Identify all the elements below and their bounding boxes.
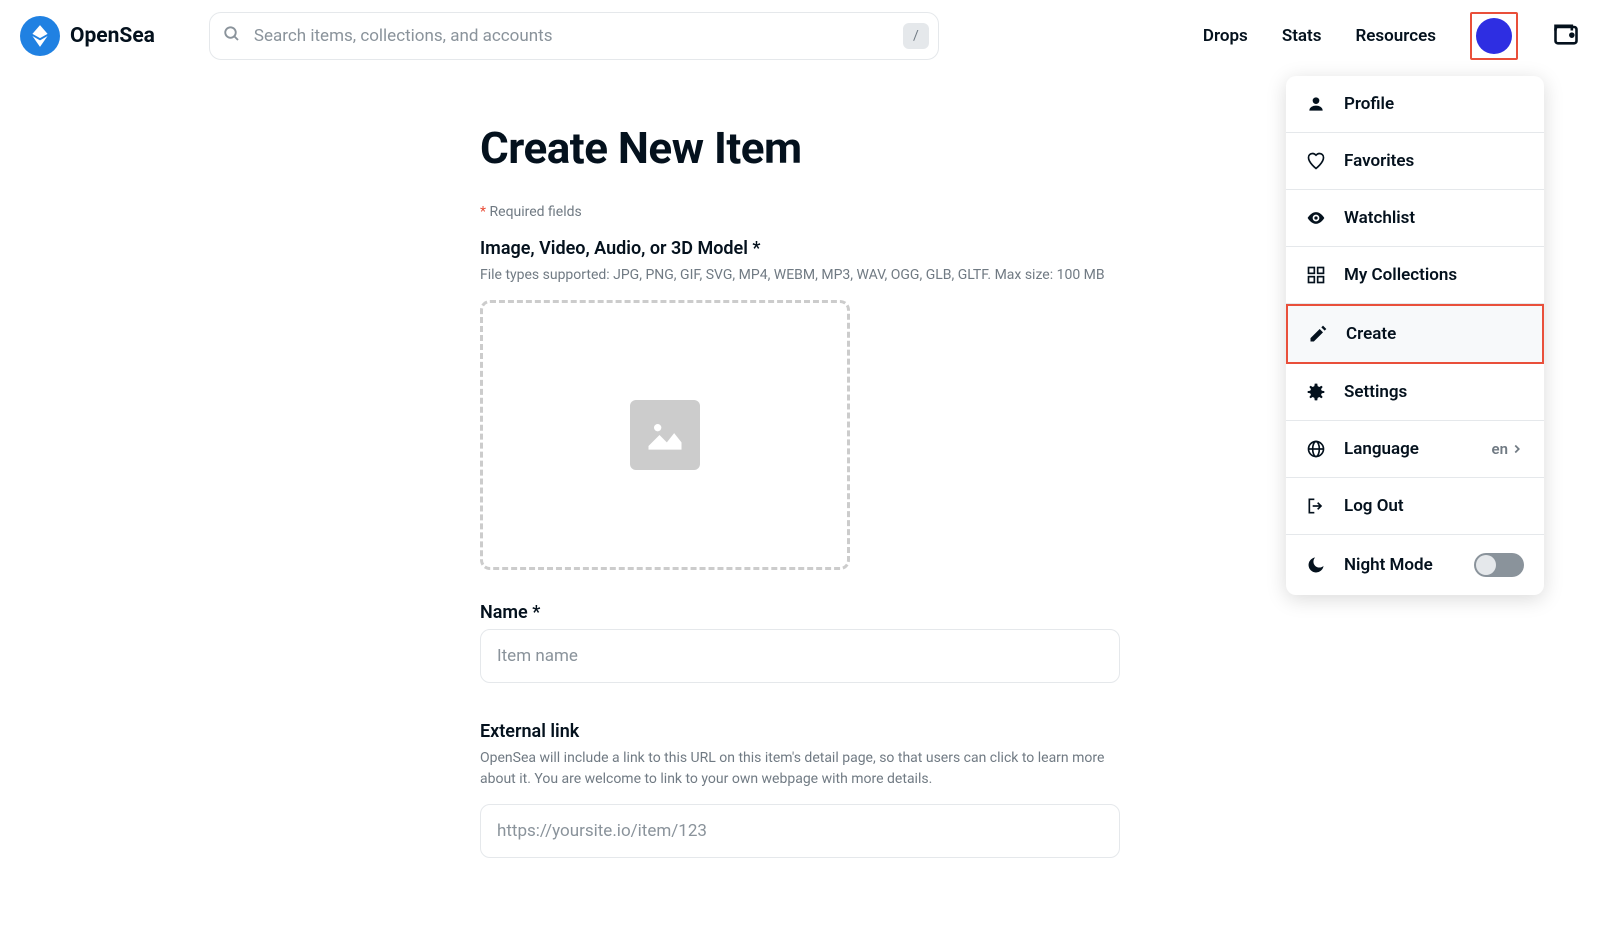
search-input[interactable] [209, 12, 939, 60]
asterisk-icon: * [480, 204, 486, 220]
menu-label: Favorites [1344, 151, 1524, 171]
nightmode-toggle[interactable] [1474, 553, 1524, 577]
required-fields-note: * Required fields [480, 204, 1120, 220]
media-upload-zone[interactable] [480, 300, 850, 570]
menu-item-logout[interactable]: Log Out [1286, 478, 1544, 535]
opensea-logo-icon [20, 16, 60, 56]
menu-label: Profile [1344, 94, 1524, 114]
menu-label: My Collections [1344, 265, 1524, 285]
nav-stats[interactable]: Stats [1282, 26, 1322, 46]
external-link-input[interactable] [480, 804, 1120, 858]
user-dropdown-menu: Profile Favorites Watchlist My Collectio… [1286, 76, 1544, 595]
external-link-label: External link [480, 721, 1120, 742]
gear-icon [1306, 382, 1326, 402]
nav-resources[interactable]: Resources [1355, 26, 1436, 46]
name-field-section: Name * [480, 602, 1120, 713]
header: OpenSea / Drops Stats Resources [0, 0, 1600, 72]
menu-label: Create [1346, 324, 1522, 344]
menu-label: Language [1344, 439, 1474, 459]
name-label: Name * [480, 602, 1120, 623]
eye-icon [1306, 208, 1326, 228]
chevron-right-icon [1510, 442, 1524, 456]
nav-drops[interactable]: Drops [1203, 26, 1248, 46]
menu-item-settings[interactable]: Settings [1286, 364, 1544, 421]
image-placeholder-icon [630, 400, 700, 470]
search-wrapper: / [209, 12, 939, 60]
media-hint: File types supported: JPG, PNG, GIF, SVG… [480, 265, 1120, 286]
main-content: Create New Item * Required fields Image,… [480, 72, 1120, 936]
user-avatar[interactable] [1476, 18, 1512, 54]
logo[interactable]: OpenSea [20, 16, 155, 56]
external-link-hint: OpenSea will include a link to this URL … [480, 748, 1120, 790]
menu-item-profile[interactable]: Profile [1286, 76, 1544, 133]
nav-links: Drops Stats Resources [1203, 12, 1580, 60]
menu-label: Watchlist [1344, 208, 1524, 228]
menu-item-collections[interactable]: My Collections [1286, 247, 1544, 304]
pencil-icon [1308, 324, 1328, 344]
menu-item-create[interactable]: Create [1286, 304, 1544, 364]
menu-item-favorites[interactable]: Favorites [1286, 133, 1544, 190]
avatar-highlight [1470, 12, 1518, 60]
heart-icon [1306, 151, 1326, 171]
menu-item-nightmode[interactable]: Night Mode [1286, 535, 1544, 595]
logout-icon [1306, 496, 1326, 516]
toggle-knob [1476, 555, 1496, 575]
menu-label: Log Out [1344, 496, 1524, 516]
name-input[interactable] [480, 629, 1120, 683]
search-icon [223, 25, 241, 47]
external-link-field-section: External link OpenSea will include a lin… [480, 721, 1120, 888]
menu-label: Settings [1344, 382, 1524, 402]
media-label: Image, Video, Audio, or 3D Model * [480, 238, 1120, 259]
menu-item-language[interactable]: Language en [1286, 421, 1544, 478]
brand-name: OpenSea [70, 24, 155, 48]
moon-icon [1306, 555, 1326, 575]
menu-item-watchlist[interactable]: Watchlist [1286, 190, 1544, 247]
menu-label: Night Mode [1344, 555, 1456, 575]
language-value: en [1492, 440, 1524, 458]
grid-icon [1306, 265, 1326, 285]
page-title: Create New Item [480, 122, 1120, 174]
wallet-icon[interactable] [1552, 20, 1580, 52]
person-icon [1306, 94, 1326, 114]
globe-icon [1306, 439, 1326, 459]
search-shortcut-badge: / [903, 23, 929, 49]
media-field-section: Image, Video, Audio, or 3D Model * File … [480, 238, 1120, 570]
